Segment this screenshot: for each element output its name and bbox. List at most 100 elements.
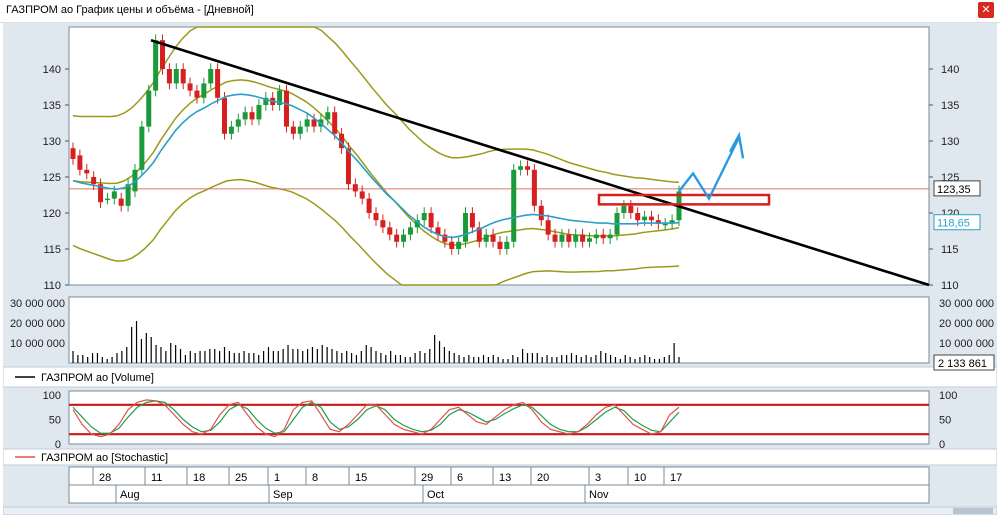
candle-body xyxy=(215,69,221,98)
stochastic-tick-label-left: 100 xyxy=(43,390,61,402)
candle-body xyxy=(104,198,110,201)
candle-body xyxy=(180,69,186,84)
candle-body xyxy=(187,83,193,91)
candle-body xyxy=(380,220,386,228)
candle-body xyxy=(70,148,76,159)
candle-body xyxy=(573,234,579,242)
time-axis-day-label: 29 xyxy=(421,472,433,484)
candle-body xyxy=(538,205,544,221)
time-axis-day-label: 6 xyxy=(457,472,463,484)
candle-body xyxy=(566,234,572,242)
time-axis-day-label: 17 xyxy=(670,472,682,484)
window-title: ГАЗПРОМ ао График цены и объёма - [Дневн… xyxy=(6,4,254,16)
time-axis-day-label: 20 xyxy=(537,472,549,484)
candle-body xyxy=(91,177,97,185)
candle-body xyxy=(662,223,668,226)
time-axis-day-label: 1 xyxy=(274,472,280,484)
candle-body xyxy=(600,234,606,239)
candle-body xyxy=(228,126,234,134)
stochastic-tick-label-right: 100 xyxy=(939,390,957,402)
candle-body xyxy=(642,216,648,221)
candle-body xyxy=(139,126,145,170)
candle-body xyxy=(325,112,331,120)
pin-icon[interactable]: ✕ xyxy=(978,2,994,18)
time-axis-day-label: 25 xyxy=(235,472,247,484)
price-tick-label-right: 135 xyxy=(941,100,959,112)
candle-body xyxy=(194,90,200,98)
candle-body xyxy=(545,220,551,235)
candle-body xyxy=(428,213,434,228)
candle-body xyxy=(290,126,296,134)
candle-body xyxy=(593,234,599,239)
scrollbar-thumb xyxy=(953,508,993,514)
candle-body xyxy=(394,234,400,242)
chart-svg: ГАЗПРОМ ао [Volume] ГАЗПРОМ ао [Stochasti… xyxy=(3,26,997,515)
candle-body xyxy=(449,241,455,249)
candle-body xyxy=(469,213,475,228)
candle-body xyxy=(208,69,214,84)
price-tick-label-left: 130 xyxy=(43,136,61,148)
candle-body xyxy=(463,213,469,242)
candle-body xyxy=(166,69,172,84)
candle-body xyxy=(552,234,558,242)
candle-body xyxy=(559,234,565,242)
time-axis-month-label: Oct xyxy=(427,489,444,501)
time-axis-month-label: Sep xyxy=(273,489,293,501)
volume-tick-label-left: 20 000 000 xyxy=(10,318,65,330)
candle-body xyxy=(407,227,413,235)
candle-body xyxy=(607,234,613,239)
price-tick-label-left: 120 xyxy=(43,208,61,220)
candle-body xyxy=(366,198,372,213)
stochastic-tick-label-left: 0 xyxy=(55,439,61,451)
time-axis-month-label: Nov xyxy=(589,489,609,501)
candle-body xyxy=(352,184,358,192)
ma-value: 118,65 xyxy=(937,218,970,230)
candle-body xyxy=(118,198,124,206)
price-tick-label-right: 130 xyxy=(941,136,959,148)
chart-frame: ГАЗПРОМ ао [Volume] ГАЗПРОМ ао [Stochasti… xyxy=(3,23,997,515)
stochastic-legend-label: ГАЗПРОМ ао [Stochastic] xyxy=(41,452,168,464)
candle-body xyxy=(621,205,627,213)
candle-body xyxy=(525,166,530,170)
candle-body xyxy=(497,241,503,249)
candle-body xyxy=(256,105,262,120)
candle-body xyxy=(311,119,317,127)
horizontal-scrollbar xyxy=(3,506,997,515)
time-axis-day-label: 11 xyxy=(151,472,162,484)
time-axis-day-label: 18 xyxy=(193,472,205,484)
price-tick-label-left: 125 xyxy=(43,172,61,184)
chart-window: ГАЗПРОМ ао График цены и объёма - [Дневн… xyxy=(0,0,1000,518)
candle-body xyxy=(153,40,159,91)
candle-body xyxy=(297,126,303,134)
price-tick-label-left: 135 xyxy=(43,100,61,112)
candle-body xyxy=(249,112,255,120)
candle-body xyxy=(586,238,592,242)
candle-body xyxy=(304,119,310,127)
candle-body xyxy=(518,166,524,170)
volume-tick-label-right: 30 000 000 xyxy=(939,298,994,310)
candle-body xyxy=(580,234,586,242)
last-price-value: 123,35 xyxy=(937,184,971,196)
volume-last-value: 2 133 861 xyxy=(938,358,987,370)
time-axis-day-label: 13 xyxy=(499,472,511,484)
candle-body xyxy=(628,205,634,213)
price-tick-label-right: 140 xyxy=(941,64,959,76)
volume-legend-label: ГАЗПРОМ ао [Volume] xyxy=(41,372,154,384)
price-tick-label-right: 115 xyxy=(941,244,959,256)
candle-body xyxy=(456,241,462,249)
candle-body xyxy=(332,112,338,134)
candle-body xyxy=(511,169,517,242)
candle-body xyxy=(84,169,90,174)
price-tick-label-left: 140 xyxy=(43,64,61,76)
candle-body xyxy=(242,112,248,120)
time-axis-month-label: Aug xyxy=(120,489,140,501)
stochastic-tick-label-right: 50 xyxy=(939,415,951,427)
price-tick-label-left: 115 xyxy=(43,244,61,256)
candle-body xyxy=(222,97,227,134)
time-axis-day-label: 8 xyxy=(312,472,318,484)
volume-tick-label-left: 30 000 000 xyxy=(10,298,65,310)
candle-body xyxy=(483,234,489,242)
candle-body xyxy=(146,90,152,127)
candle-body xyxy=(490,234,496,242)
candle-body xyxy=(201,83,207,98)
